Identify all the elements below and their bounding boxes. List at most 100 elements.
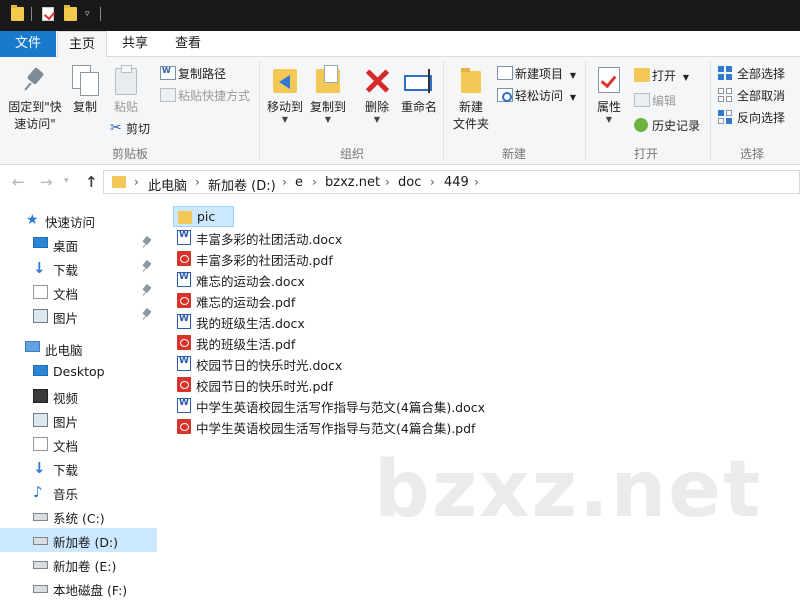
- easy-access-button[interactable]: 轻松访问 ▼: [497, 87, 576, 104]
- sidebar-label: 图片: [53, 415, 79, 430]
- sidebar-item-documents[interactable]: 文档: [0, 280, 157, 304]
- sidebar-item-videos[interactable]: 视频: [0, 384, 157, 408]
- breadcrumb-separator[interactable]: ›: [430, 175, 435, 189]
- breadcrumb-doc[interactable]: doc: [398, 175, 421, 190]
- list-item-file[interactable]: 中学生英语校园生活写作指导与范文(4篇合集).docx: [173, 395, 493, 416]
- list-item-file[interactable]: 难忘的运动会.pdf: [173, 290, 373, 311]
- navigation-pane: ★ 快速访问 桌面 ↓ 下载 文档 图片 此电脑 Desktop 视频 图片 文…: [0, 199, 157, 600]
- sidebar-item-drive-f[interactable]: 本地磁盘 (F:): [0, 576, 157, 600]
- group-separator: [259, 61, 260, 161]
- recent-locations-chevron-icon[interactable]: ▾: [64, 176, 69, 186]
- list-item-file[interactable]: 校园节日的快乐时光.pdf: [173, 374, 373, 395]
- list-item-file[interactable]: 丰富多彩的社团活动.docx: [173, 227, 373, 248]
- sidebar-label: 音乐: [53, 487, 79, 502]
- pdf-icon: [177, 377, 191, 392]
- copy-button[interactable]: 复制: [68, 65, 102, 116]
- list-item-file[interactable]: 我的班级生活.docx: [173, 311, 373, 332]
- customize-toolbar-icon[interactable]: ▿: [85, 9, 90, 19]
- rename-label: 重命名: [400, 100, 437, 114]
- tab-share[interactable]: 共享: [112, 31, 158, 57]
- breadcrumb-separator[interactable]: ›: [134, 175, 139, 189]
- sidebar-item-drive-d[interactable]: 新加卷 (D:): [0, 528, 157, 552]
- breadcrumb-separator[interactable]: ›: [312, 175, 317, 189]
- breadcrumb-bzxz[interactable]: bzxz.net: [325, 175, 380, 190]
- new-folder-button[interactable]: 新建 文件夹: [450, 65, 492, 133]
- sidebar-item-music[interactable]: ♪ 音乐: [0, 480, 157, 504]
- history-button[interactable]: 历史记录: [634, 117, 700, 134]
- paste-button[interactable]: 粘贴: [109, 65, 143, 116]
- file-name: 校园节日的快乐时光.docx: [196, 358, 343, 373]
- edit-label: 编辑: [652, 94, 677, 108]
- desktop-icon: [33, 237, 48, 248]
- back-arrow-icon[interactable]: ←: [12, 173, 25, 191]
- sidebar-item-drive-e[interactable]: 新加卷 (E:): [0, 552, 157, 576]
- breadcrumb-449[interactable]: 449: [444, 175, 469, 190]
- separator: [31, 7, 32, 21]
- list-item-file[interactable]: 中学生英语校园生活写作指导与范文(4篇合集).pdf: [173, 416, 493, 437]
- delete-button[interactable]: 删除 ▼: [360, 65, 394, 124]
- up-arrow-icon[interactable]: ↑: [85, 173, 98, 191]
- sidebar-item-pictures[interactable]: 图片: [0, 304, 157, 328]
- breadcrumb-separator[interactable]: ›: [195, 175, 200, 189]
- select-none-label: 全部取消: [737, 89, 786, 103]
- sidebar-item-desktop[interactable]: 桌面: [0, 232, 157, 256]
- breadcrumb-separator[interactable]: ›: [385, 175, 390, 189]
- sidebar-item-pictures-pc[interactable]: 图片: [0, 408, 157, 432]
- file-name: 我的班级生活.pdf: [196, 337, 296, 352]
- select-all-button[interactable]: 全部选择: [718, 65, 785, 82]
- tab-home[interactable]: 主页: [57, 31, 107, 58]
- pin-icon[interactable]: [143, 285, 151, 297]
- sidebar-label: 新加卷 (D:): [53, 535, 119, 550]
- sidebar-item-desktop-pc[interactable]: Desktop: [0, 360, 157, 384]
- sidebar-item-downloads-pc[interactable]: ↓ 下载: [0, 456, 157, 480]
- move-to-button[interactable]: 移动到 ▼: [264, 65, 306, 124]
- select-all-icon: [718, 66, 732, 80]
- cut-button[interactable]: ✂ 剪切: [110, 120, 150, 137]
- pin-to-quick-access-button[interactable]: 固定到"快 速访问": [4, 67, 66, 133]
- sidebar-item-downloads[interactable]: ↓ 下载: [0, 256, 157, 280]
- pin-icon[interactable]: [143, 309, 151, 321]
- sidebar-item-documents-pc[interactable]: 文档: [0, 432, 157, 456]
- move-to-label: 移动到: [266, 100, 303, 114]
- sidebar-item-quick-access[interactable]: ★ 快速访问: [0, 208, 157, 232]
- pin-icon[interactable]: [143, 261, 151, 273]
- new-item-button[interactable]: 新建项目 ▼: [497, 65, 576, 82]
- open-button[interactable]: 打开 ▼: [634, 67, 689, 84]
- paste-shortcut-button[interactable]: 粘贴快捷方式: [160, 87, 250, 104]
- sidebar-label: 桌面: [53, 239, 79, 254]
- properties-icon[interactable]: [42, 7, 54, 21]
- breadcrumb-separator[interactable]: ›: [282, 175, 287, 189]
- forward-arrow-icon[interactable]: →: [40, 173, 53, 191]
- invert-selection-button[interactable]: 反向选择: [718, 109, 785, 126]
- breadcrumb-separator[interactable]: ›: [474, 175, 479, 189]
- list-item-file[interactable]: 我的班级生活.pdf: [173, 332, 373, 353]
- properties-button[interactable]: 属性 ▼: [592, 65, 626, 124]
- desktop-icon: [33, 365, 48, 376]
- sidebar-label: 下载: [53, 263, 79, 278]
- rename-button[interactable]: 重命名: [398, 65, 440, 116]
- sidebar-item-this-pc[interactable]: 此电脑: [0, 336, 157, 360]
- pin-icon[interactable]: [143, 237, 151, 249]
- ribbon-tabs: 文件 主页 共享 查看: [0, 31, 800, 58]
- list-item-file[interactable]: 丰富多彩的社团活动.pdf: [173, 248, 373, 269]
- tab-view[interactable]: 查看: [164, 31, 212, 57]
- list-item-file[interactable]: 校园节日的快乐时光.docx: [173, 353, 373, 374]
- list-item-file[interactable]: 难忘的运动会.docx: [173, 269, 373, 290]
- edit-button[interactable]: 编辑: [634, 92, 676, 109]
- sidebar-item-drive-c[interactable]: 系统 (C:): [0, 504, 157, 528]
- address-bar[interactable]: › 此电脑 › 新加卷 (D:) › e › bzxz.net › doc › …: [103, 170, 800, 194]
- new-folder-icon[interactable]: [64, 5, 77, 21]
- star-icon: ★: [26, 212, 39, 228]
- select-none-button[interactable]: 全部取消: [718, 87, 785, 104]
- breadcrumb-drive-d[interactable]: 新加卷 (D:): [208, 175, 276, 194]
- breadcrumb-e[interactable]: e: [295, 175, 303, 190]
- copy-path-button[interactable]: 复制路径: [160, 65, 226, 82]
- sidebar-label: 本地磁盘 (F:): [53, 583, 128, 598]
- list-item-folder-pic[interactable]: pic: [173, 206, 234, 227]
- video-icon: [33, 389, 48, 403]
- tab-file[interactable]: 文件: [0, 31, 56, 57]
- breadcrumb-this-pc[interactable]: 此电脑: [148, 175, 187, 194]
- file-name: 难忘的运动会.pdf: [196, 295, 296, 310]
- drive-icon: [33, 585, 48, 593]
- copy-to-button[interactable]: 复制到 ▼: [307, 65, 349, 124]
